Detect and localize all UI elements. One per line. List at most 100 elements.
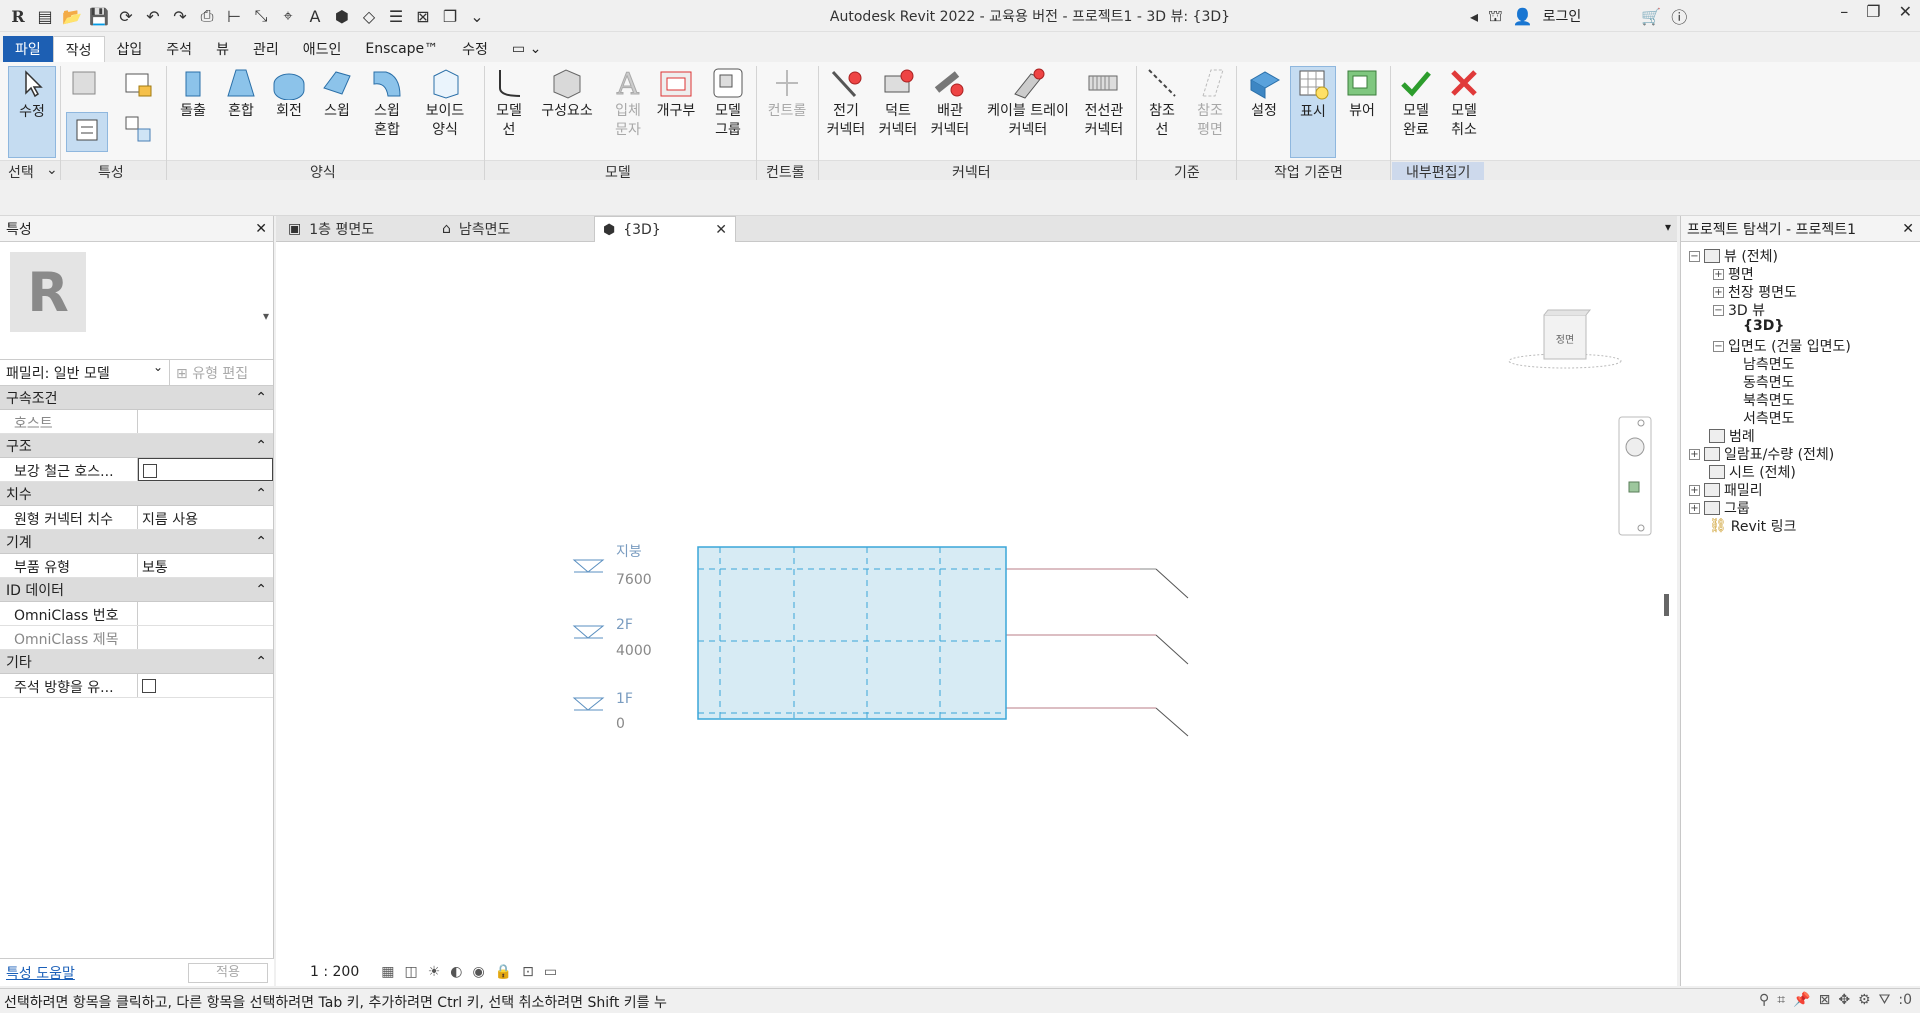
tab-3d-view[interactable]: ⬢ {3D} ✕: [594, 216, 736, 242]
background-process-icon[interactable]: ⚙: [1858, 992, 1871, 1008]
reference-plane-button[interactable]: 참조 평면: [1192, 66, 1228, 140]
tree-node-east[interactable]: 동측면도: [1743, 372, 1795, 392]
redo-icon[interactable]: ↷: [168, 4, 192, 28]
sun-path-icon[interactable]: ☀: [428, 964, 441, 980]
family-category-button[interactable]: [118, 66, 158, 102]
void-forms-button[interactable]: 보이드 양식: [420, 66, 470, 140]
save-icon[interactable]: 💾: [87, 4, 111, 28]
print-icon[interactable]: ⎙: [195, 4, 219, 28]
show-workplane-button[interactable]: 표시: [1290, 66, 1336, 158]
collapse-icon[interactable]: ⌃: [255, 654, 267, 670]
reference-line-button[interactable]: 참조 선: [1144, 66, 1180, 140]
expand-icon[interactable]: +: [1689, 448, 1700, 460]
component-button[interactable]: 구성요소: [536, 66, 598, 121]
property-value[interactable]: 지름 사용: [138, 506, 273, 529]
customize-qat-icon[interactable]: ⌄: [465, 4, 489, 28]
swept-blend-button[interactable]: 스윕 혼합: [368, 66, 406, 140]
filter-icon[interactable]: ⛛: [1879, 992, 1891, 1008]
render-icon[interactable]: ◉: [473, 964, 485, 980]
visual-style-icon[interactable]: ◫: [404, 964, 417, 980]
drag-elements-icon[interactable]: ✥: [1838, 992, 1850, 1008]
revit-logo-icon[interactable]: R: [6, 4, 30, 28]
tree-node-3d[interactable]: {3D}: [1743, 318, 1784, 334]
close-icon[interactable]: ✕: [255, 221, 267, 237]
sync-icon[interactable]: ⟳: [114, 4, 138, 28]
text-icon[interactable]: A: [303, 4, 327, 28]
category-structure[interactable]: 구조 ⌃: [0, 434, 273, 458]
collapse-icon[interactable]: ⌃: [255, 534, 267, 550]
home-icon[interactable]: ▤: [33, 4, 57, 28]
workplane-viewer-button[interactable]: 뷰어: [1342, 66, 1382, 121]
crop-view-icon[interactable]: ⊡: [522, 964, 534, 980]
tree-node-revit-links[interactable]: ⛓ Revit 링크: [1709, 516, 1796, 536]
lock-view-icon[interactable]: 🔒: [495, 964, 512, 980]
navigation-bar[interactable]: [1618, 416, 1652, 536]
tree-node-sheets[interactable]: 시트 (전체): [1709, 462, 1796, 482]
select-links-icon[interactable]: ⚲: [1759, 992, 1769, 1008]
opening-button[interactable]: 개구부: [652, 66, 700, 121]
section-icon[interactable]: ◇: [357, 4, 381, 28]
detail-level-icon[interactable]: ▦: [381, 964, 394, 980]
extrusion-button[interactable]: 돌출: [176, 66, 210, 121]
select-dropdown-icon[interactable]: ⌄: [46, 162, 58, 178]
select-by-face-icon[interactable]: ⊠: [1819, 992, 1831, 1008]
type-properties-button[interactable]: [118, 112, 158, 148]
family-select[interactable]: 패밀리: 일반 모델: [0, 360, 170, 385]
cart-icon[interactable]: 🛒: [1641, 7, 1661, 26]
tree-node-legends[interactable]: 범례: [1709, 426, 1755, 446]
category-dimensions[interactable]: 치수 ⌃: [0, 482, 273, 506]
tree-node-elevations[interactable]: − 입면도 (건물 입면도): [1713, 336, 1851, 356]
properties-toggle-button[interactable]: [66, 112, 108, 152]
tab-list-dropdown-icon[interactable]: ▾: [1665, 220, 1671, 234]
collapse-icon[interactable]: −: [1713, 304, 1724, 316]
tree-node-ceiling-plans[interactable]: + 천장 평면도: [1713, 282, 1797, 302]
expand-icon[interactable]: +: [1713, 268, 1724, 280]
expand-icon[interactable]: +: [1689, 484, 1700, 496]
3d-view-icon[interactable]: ⬢: [330, 4, 354, 28]
tab-enscape[interactable]: Enscape™: [353, 36, 450, 62]
tab-view[interactable]: 뷰: [204, 36, 241, 62]
rebar-host-checkbox[interactable]: [143, 464, 157, 478]
chevron-down-icon[interactable]: ▾: [263, 309, 269, 323]
tab-addins[interactable]: 애드인: [291, 36, 354, 62]
category-mechanical[interactable]: 기계 ⌃: [0, 530, 273, 554]
drawing-canvas[interactable]: 정면 지붕 7600 2F 4000 1F 0: [276, 242, 1677, 986]
tab-manage[interactable]: 관리: [241, 36, 291, 62]
type-selector-preview[interactable]: R ▾: [0, 242, 273, 360]
family-types-button[interactable]: [66, 66, 102, 102]
switch-windows-icon[interactable]: ❐: [438, 4, 462, 28]
expand-icon[interactable]: +: [1713, 286, 1724, 298]
close-icon[interactable]: ✕: [1899, 2, 1912, 21]
collapse-icon[interactable]: ⌃: [255, 438, 267, 454]
blend-button[interactable]: 혼합: [224, 66, 258, 121]
collapse-icon[interactable]: ⌃: [255, 486, 267, 502]
expand-left-icon[interactable]: ◂: [1470, 7, 1478, 26]
property-value[interactable]: [138, 674, 273, 697]
user-icon[interactable]: 👤: [1513, 7, 1533, 26]
undo-icon[interactable]: ↶: [141, 4, 165, 28]
tree-node-groups[interactable]: + 그룹: [1689, 498, 1750, 518]
measure-icon[interactable]: ⊢: [222, 4, 246, 28]
collapse-icon[interactable]: −: [1713, 340, 1724, 352]
collapse-icon[interactable]: ⌃: [255, 582, 267, 598]
apply-button[interactable]: 적용: [188, 962, 268, 983]
tab-south-elevation[interactable]: ⌂ 남측면도: [434, 216, 518, 242]
tree-node-schedules[interactable]: + 일람표/수량 (전체): [1689, 444, 1834, 464]
category-constraints[interactable]: 구속조건 ⌃: [0, 386, 273, 410]
expand-icon[interactable]: +: [1689, 502, 1700, 514]
view-scale[interactable]: 1 : 200: [310, 964, 359, 980]
viewcube[interactable]: 정면: [1508, 309, 1622, 369]
category-identity-data[interactable]: ID 데이터 ⌃: [0, 578, 273, 602]
open-icon[interactable]: 📂: [60, 4, 84, 28]
tab-modify[interactable]: 수정: [450, 36, 500, 62]
select-underlay-icon[interactable]: ⌗: [1777, 992, 1785, 1008]
tree-node-west[interactable]: 서측면도: [1743, 408, 1795, 428]
property-value[interactable]: 보통: [138, 554, 273, 577]
finish-model-button[interactable]: 모델 완료: [1396, 66, 1436, 140]
model-line-button[interactable]: 모델 선: [492, 66, 526, 140]
close-hidden-icon[interactable]: ⊠: [411, 4, 435, 28]
close-tab-icon[interactable]: ✕: [715, 222, 727, 238]
duct-connector-button[interactable]: 덕트 커넥터: [874, 66, 922, 140]
panel-toggle-icon[interactable]: ▭ ⌄: [500, 36, 553, 62]
tag-icon[interactable]: ⌖: [276, 4, 300, 28]
